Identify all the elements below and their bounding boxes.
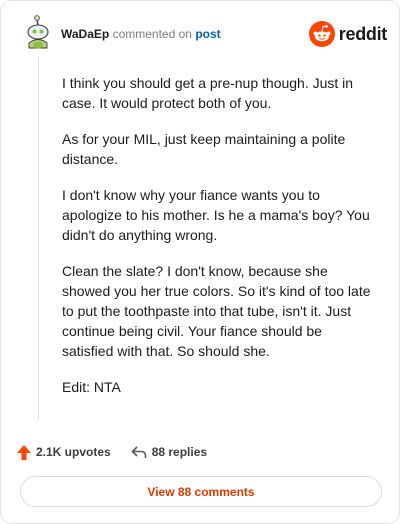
user-avatar[interactable] bbox=[21, 15, 57, 51]
comment-stats: 2.1K upvotes 88 replies bbox=[17, 442, 207, 462]
comment-meta: WaDaEp commented on post bbox=[61, 26, 221, 42]
comment-card: WaDaEp commented on post reddit I think … bbox=[0, 0, 400, 524]
comment-paragraph: I think you should get a pre-nup though.… bbox=[62, 75, 354, 111]
comment-body: I think you should get a pre-nup though.… bbox=[62, 73, 372, 413]
upvotes-count: 2.1K upvotes bbox=[36, 445, 111, 459]
comment-paragraph: I don't know why your fiance wants you t… bbox=[62, 187, 370, 243]
reply-arrow-icon bbox=[131, 446, 147, 458]
snoo-avatar-icon bbox=[27, 15, 49, 49]
comment-header: WaDaEp commented on post reddit bbox=[21, 15, 387, 55]
replies-count: 88 replies bbox=[151, 445, 208, 459]
upvote-arrow-icon bbox=[17, 444, 31, 460]
comment-paragraph: Edit: NTA bbox=[62, 379, 121, 395]
comment-paragraph: As for your MIL, just keep maintaining a… bbox=[62, 131, 346, 167]
username[interactable]: WaDaEp bbox=[61, 27, 109, 41]
reddit-brand[interactable]: reddit bbox=[308, 19, 388, 49]
thread-line bbox=[38, 57, 39, 421]
replies-stat[interactable]: 88 replies bbox=[131, 445, 207, 459]
reddit-wordmark: reddit bbox=[338, 23, 388, 44]
post-link[interactable]: post bbox=[195, 27, 220, 41]
reddit-alien-icon bbox=[308, 21, 335, 47]
action-text: commented on bbox=[112, 27, 192, 41]
view-comments-button[interactable]: View 88 comments bbox=[20, 476, 382, 507]
upvotes-stat[interactable]: 2.1K upvotes bbox=[17, 444, 111, 460]
comment-paragraph: Clean the slate? I don't know, because s… bbox=[62, 263, 371, 359]
